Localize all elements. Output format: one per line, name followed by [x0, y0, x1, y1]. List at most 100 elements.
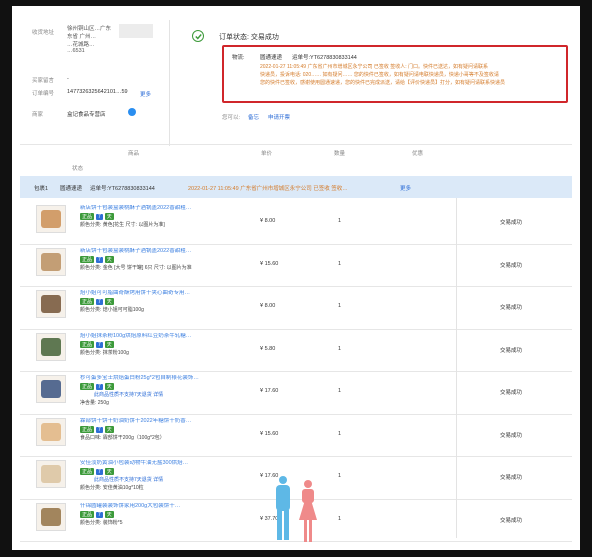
- package-bar: 包裹1 圆通速递 运单号:YT6278830833144 2022-01-27 …: [20, 176, 572, 198]
- seven-day-badge: 7: [96, 511, 103, 518]
- product-spec: 颜色分类: 金色 [大号 饼干罐] 6只 尺寸: 以图片为准: [80, 264, 192, 271]
- order-number-label: 订单编号: [32, 91, 55, 97]
- guarantee-badge: 正品: [80, 383, 95, 390]
- product-quantity: 1: [338, 473, 342, 479]
- package-event: 2022-01-27 11:05:49 广东省广州市增城区永宁公司 已签收 签收…: [188, 186, 348, 192]
- product-title-link[interactable]: 焙小姐可可脂曲奇酥烤用饼干夹心曲奇专用…: [80, 290, 230, 297]
- product-spec: 颜色分类: 焙小姐可可脂100g: [80, 307, 144, 313]
- product-quantity: 1: [338, 430, 342, 437]
- success-check-icon: [192, 30, 204, 42]
- product-status[interactable]: 交易成功: [500, 218, 522, 226]
- col-header-status: 状态: [72, 166, 84, 172]
- address-blur: [119, 24, 153, 38]
- seven-day-badge: 7: [96, 341, 103, 348]
- product-title-link[interactable]: 什锦圆罐装装饰饼家用200g大包装饼干…: [80, 503, 230, 510]
- day-badge: 天: [104, 298, 114, 305]
- seven-day-badge: 7: [96, 384, 103, 390]
- product-status[interactable]: 交易成功: [500, 473, 522, 481]
- product-status[interactable]: 交易成功: [500, 388, 522, 396]
- no-return-notice[interactable]: 此商品性质不支持7天退货 详情: [94, 476, 163, 483]
- product-title-link[interactable]: 焙小姐抹茶粉100g烘焙原料红豆奶茶牛轧糖…: [80, 333, 230, 340]
- logistics-details: 2022-01-27 11:05:49 广东省广州市增城区永宁公司 已签收 签收…: [260, 64, 506, 86]
- seven-day-badge: 7: [96, 469, 103, 475]
- product-status[interactable]: 交易成功: [500, 303, 522, 311]
- info-divider: [169, 20, 170, 146]
- product-thumbnail[interactable]: [36, 332, 66, 361]
- order-info-panel: 收货地址 徐州铜山区…广东 东省 广州… …花城路… …6531 买家留言 - …: [32, 22, 172, 132]
- product-thumbnail[interactable]: [36, 460, 66, 488]
- product-quantity: 1: [338, 388, 342, 394]
- product-tags: 正品 7 天: [80, 213, 116, 220]
- product-thumbnail[interactable]: [36, 290, 66, 318]
- col-header-qty: 数量: [334, 151, 346, 157]
- product-spec: 颜色分类: 安佳黄油10g*10粒: [80, 485, 144, 491]
- seller-label: 商家: [32, 112, 44, 118]
- package-carrier: 圆通速递: [60, 186, 83, 192]
- row-divider: [20, 243, 572, 245]
- day-badge: 天: [104, 383, 114, 390]
- logistics-box: 物流: 圆通速递 运单号:YT6278830833144 2022-01-27 …: [222, 45, 568, 103]
- table-top-line: [20, 144, 572, 145]
- row-divider: [20, 286, 572, 287]
- order-detail-page: 收货地址 徐州铜山区…广东 东省 广州… …花城路… …6531 买家留言 - …: [12, 6, 580, 550]
- package-more-link[interactable]: 更多: [400, 184, 411, 192]
- product-status[interactable]: 交易成功: [500, 431, 522, 439]
- wangwang-icon[interactable]: [128, 108, 136, 116]
- product-tags: 正品 7 天: [80, 255, 116, 263]
- memo-link[interactable]: 备忘: [248, 113, 259, 121]
- logistics-tracking: 运单号:YT6278830833144: [292, 55, 357, 61]
- product-status[interactable]: 交易成功: [500, 346, 522, 354]
- day-badge: 天: [104, 213, 114, 220]
- product-price: ¥ 15.60: [260, 430, 279, 437]
- product-title-link[interactable]: 安佳淡奶黄油小包装动物牛油无盐300烘焙…: [80, 460, 230, 467]
- col-header-price: 单价: [261, 151, 273, 157]
- product-title-link[interactable]: 秒可蛋多宝士烘焙蛋白粉25g*2包自制裱花装饰…: [80, 375, 230, 382]
- invoice-link[interactable]: 申请开票: [268, 113, 290, 121]
- address-value: 徐州铜山区…广东 东省 广州… …花城路… …6531: [67, 24, 159, 54]
- product-spec: 颜色分类: 装饰粉*5: [80, 519, 123, 526]
- product-title-link[interactable]: 新店饼干包装盒装桃酥子酒锅盖2022香甜粗…: [80, 205, 230, 212]
- product-tags: 正品 7 天: [80, 383, 116, 390]
- actions-label: 您可以:: [222, 115, 241, 121]
- product-thumbnail[interactable]: [36, 502, 66, 531]
- order-number-value: 1477326325642101…59: [67, 89, 128, 95]
- product-price: ¥ 15.60: [260, 260, 279, 267]
- buyer-message-value: -: [67, 76, 69, 82]
- product-title-link[interactable]: 新店饼干包装盒装桃酥子酒锅盖2022香甜粗…: [80, 248, 230, 255]
- logistics-carrier: 圆通速递: [260, 55, 283, 61]
- product-tags: 正品 7 天: [80, 298, 116, 305]
- col-header-discount: 优惠: [412, 151, 424, 157]
- guarantee-badge: 正品: [80, 425, 95, 433]
- product-title-link[interactable]: 霖部饼干饼干奶油奶饼干2022年糖饼干奶香…: [80, 418, 230, 425]
- product-thumbnail[interactable]: [36, 375, 66, 403]
- buyer-message-label: 买家留言: [32, 78, 55, 84]
- day-badge: 天: [104, 425, 114, 433]
- product-status[interactable]: 交易成功: [500, 261, 522, 269]
- product-quantity: 1: [338, 515, 342, 522]
- row-divider: [20, 541, 572, 542]
- product-thumbnail[interactable]: [36, 417, 66, 446]
- seven-day-badge: 7: [96, 426, 103, 433]
- row-divider: [20, 371, 572, 372]
- product-spec: 颜色分类: 黄色[花生 尺寸: 以图片为准]: [80, 222, 165, 228]
- product-status[interactable]: 交易成功: [500, 516, 522, 524]
- seller-value[interactable]: 盒记食品专营店: [67, 110, 106, 118]
- package-tracking: 运单号:YT6278830833144: [90, 186, 155, 192]
- order-status-title: 订单状态: 交易成功: [219, 34, 279, 41]
- product-price: ¥ 8.00: [260, 218, 276, 224]
- day-badge: 天: [104, 468, 114, 475]
- status-col-divider: [456, 198, 457, 538]
- product-spec: 净含量: 250g: [80, 400, 109, 406]
- product-thumbnail[interactable]: [36, 247, 66, 276]
- woman-figure-icon: [298, 480, 318, 542]
- product-thumbnail[interactable]: [36, 205, 66, 233]
- product-spec: 食品口味: 霖部饼干200g（100g*2包）: [80, 434, 165, 441]
- order-more-link[interactable]: 更多: [140, 90, 151, 98]
- no-return-notice[interactable]: 此商品性质不支持7天退货 详情: [94, 391, 163, 398]
- row-divider: [20, 456, 572, 457]
- product-quantity: 1: [338, 345, 342, 352]
- product-quantity: 1: [338, 303, 342, 309]
- product-price: ¥ 5.80: [260, 345, 276, 352]
- col-header-product: 商品: [128, 151, 140, 157]
- seven-day-badge: 7: [96, 214, 103, 220]
